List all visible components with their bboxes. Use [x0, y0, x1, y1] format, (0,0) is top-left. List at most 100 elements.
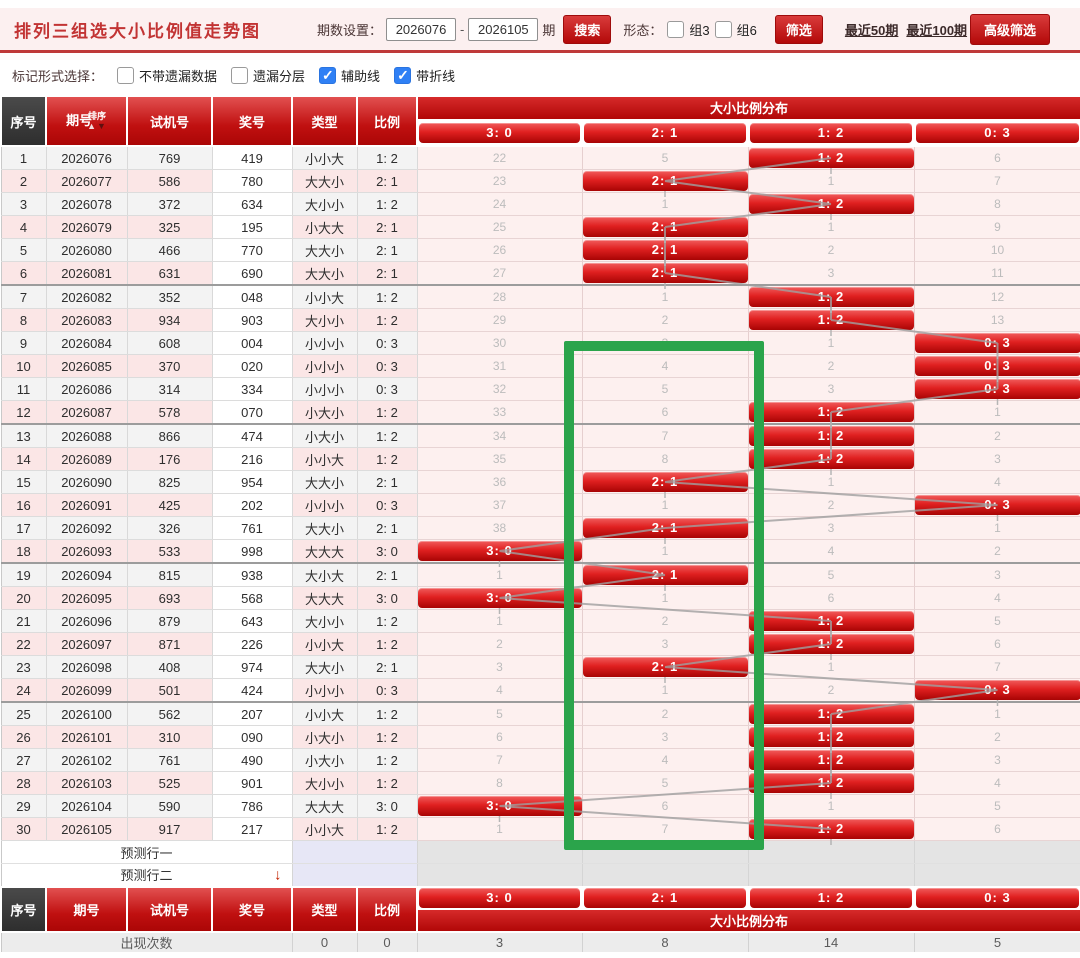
recent-100-link[interactable]: 最近100期	[906, 20, 967, 39]
dist-cell: 2: 1	[582, 471, 748, 494]
hit-pill: 1: 2	[749, 426, 914, 446]
checkbox-zu3[interactable]	[667, 21, 684, 38]
table-row: 212026096879643大小小1: 2121: 25	[1, 610, 1080, 633]
checkbox-no-omission-data[interactable]	[117, 67, 134, 84]
prize-number-cell: 090	[212, 726, 292, 749]
dist-cell: 6	[748, 587, 914, 610]
period-cell: 2026086	[46, 378, 127, 401]
footer-ratio-21-pill: 2: 1	[584, 888, 746, 908]
dist-cell: 2: 1	[582, 216, 748, 239]
advanced-filter-button[interactable]: 高级筛选	[970, 14, 1050, 45]
col-header-period[interactable]: 期号 排序 ▲▼	[46, 96, 127, 146]
dist-cell: 5	[417, 702, 582, 726]
dist-cell: 23	[417, 170, 582, 193]
sort-desc-icon[interactable]: ▼	[97, 121, 107, 131]
arrow-down-icon[interactable]: ↓	[274, 867, 282, 882]
col-header-test-number: 试机号	[127, 96, 212, 146]
footer-distribution-header: 大小比例分布	[417, 909, 1080, 932]
period-cell: 2026105	[46, 818, 127, 841]
table-row: 192026094815938大小大2: 112: 153	[1, 563, 1080, 587]
dist-cell: 29	[417, 309, 582, 332]
dist-cell: 6	[582, 795, 748, 818]
dist-cell: 1: 2	[748, 424, 914, 448]
ratio-cell: 2: 1	[357, 216, 417, 239]
dist-cell: 4	[914, 471, 1080, 494]
dist-cell: 7	[914, 656, 1080, 679]
filter-button[interactable]: 筛选	[775, 15, 823, 44]
footer-header-row: 序号 期号 试机号 奖号 类型 比例 3: 0 2: 1 1: 2 0: 3	[1, 887, 1080, 909]
dist-cell: 9	[914, 216, 1080, 239]
table-row: 252026100562207小小大1: 2521: 21	[1, 702, 1080, 726]
ratio-cell: 3: 0	[357, 540, 417, 564]
hit-pill: 1: 2	[749, 310, 914, 330]
table-row: 282026103525901大小小1: 2851: 24	[1, 772, 1080, 795]
dist-cell: 1	[582, 587, 748, 610]
dist-cell: 1: 2	[748, 309, 914, 332]
period-cell: 2026080	[46, 239, 127, 262]
stat-12-count: 14	[748, 932, 914, 952]
prize-number-cell: 020	[212, 355, 292, 378]
checkbox-omission-layer[interactable]	[231, 67, 248, 84]
dist-cell: 2	[582, 610, 748, 633]
hit-pill: 1: 2	[749, 148, 914, 168]
period-cell: 2026087	[46, 401, 127, 425]
prize-number-cell: 070	[212, 401, 292, 425]
sort-label: 排序	[88, 111, 106, 121]
ratio-03-pill: 0: 3	[916, 123, 1079, 143]
seq-cell: 7	[1, 285, 46, 309]
dist-cell: 4	[914, 772, 1080, 795]
hit-pill: 2: 1	[583, 565, 748, 585]
ratio-subheader-03: 0: 3	[914, 120, 1080, 146]
checkbox-polyline[interactable]	[394, 67, 411, 84]
dist-cell: 2	[914, 540, 1080, 564]
period-from-input[interactable]	[386, 18, 456, 41]
prediction-row-2-input[interactable]	[292, 864, 417, 887]
search-button[interactable]: 搜索	[563, 15, 611, 44]
footer-ratio-12-pill: 1: 2	[750, 888, 912, 908]
dist-cell: 38	[417, 517, 582, 540]
period-cell: 2026078	[46, 193, 127, 216]
table-row: 162026091425202小小小0: 337120: 3	[1, 494, 1080, 517]
footer-ratio-03-pill: 0: 3	[916, 888, 1079, 908]
period-cell: 2026090	[46, 471, 127, 494]
test-number-cell: 314	[127, 378, 212, 401]
period-cell: 2026099	[46, 679, 127, 703]
test-number-cell: 693	[127, 587, 212, 610]
checkbox-zu6[interactable]	[715, 21, 732, 38]
prediction-row-2: 预测行二 ↓	[1, 864, 1080, 887]
test-number-cell: 176	[127, 448, 212, 471]
type-cell: 小大小	[292, 401, 357, 425]
ratio-cell: 1: 2	[357, 702, 417, 726]
dist-cell: 1	[914, 517, 1080, 540]
checkbox-zu6-label: 组6	[737, 20, 757, 39]
period-cell: 2026101	[46, 726, 127, 749]
type-cell: 大大小	[292, 170, 357, 193]
footer-col-period: 期号	[46, 887, 127, 932]
prize-number-cell: 490	[212, 749, 292, 772]
period-cell: 2026091	[46, 494, 127, 517]
dist-cell: 3	[914, 749, 1080, 772]
dist-cell: 24	[417, 193, 582, 216]
checkbox-auxiliary-line[interactable]	[319, 67, 336, 84]
prize-number-cell: 938	[212, 563, 292, 587]
sort-widget[interactable]: 排序 ▲▼	[87, 111, 107, 131]
test-number-cell: 466	[127, 239, 212, 262]
checkbox-auxiliary-line-label: 辅助线	[341, 66, 380, 85]
dist-cell: 1	[582, 285, 748, 309]
dist-cell: 6	[582, 401, 748, 425]
dist-cell: 5	[582, 146, 748, 170]
dist-cell: 5	[914, 610, 1080, 633]
table-row: 72026082352048小小大1: 22811: 212	[1, 285, 1080, 309]
recent-50-link[interactable]: 最近50期	[845, 20, 898, 39]
dist-cell: 34	[417, 424, 582, 448]
type-cell: 小大小	[292, 424, 357, 448]
period-suffix-label: 期	[542, 20, 555, 39]
dist-cell: 2	[582, 309, 748, 332]
test-number-cell: 326	[127, 517, 212, 540]
period-to-input[interactable]	[468, 18, 538, 41]
sort-asc-icon[interactable]: ▲	[87, 121, 97, 131]
dist-cell: 1	[582, 494, 748, 517]
prediction-row-1-input[interactable]	[292, 841, 417, 864]
seq-cell: 20	[1, 587, 46, 610]
dist-cell: 3	[582, 726, 748, 749]
